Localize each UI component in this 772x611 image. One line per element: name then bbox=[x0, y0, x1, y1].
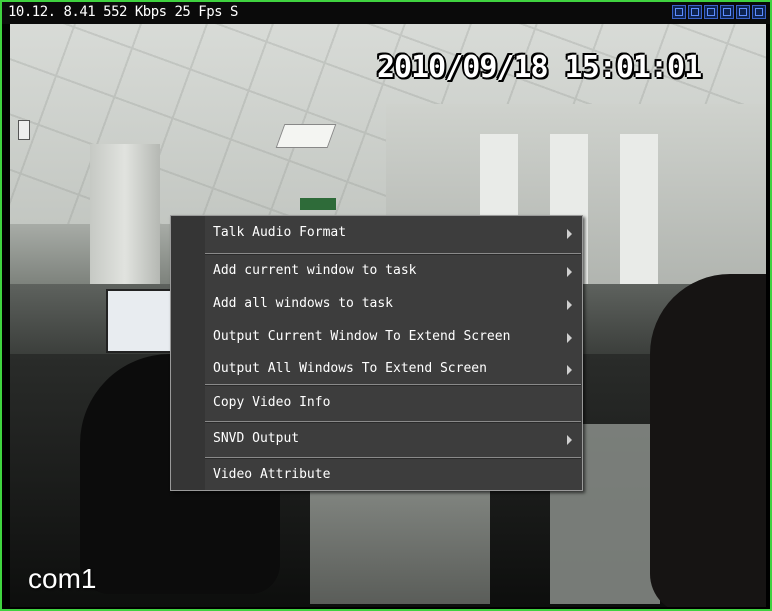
status-bar: 10.12. 8.41 552 Kbps 25 Fps S bbox=[2, 2, 770, 24]
close-icon[interactable] bbox=[752, 5, 766, 19]
submenu-arrow-icon bbox=[567, 300, 572, 310]
menu-item-talk-audio-format[interactable]: Talk Audio Format bbox=[171, 216, 582, 252]
menu-item-label: Copy Video Info bbox=[213, 395, 331, 410]
menu-item-snvd-output[interactable]: SNVD Output bbox=[171, 422, 582, 458]
scene-lamp bbox=[275, 124, 337, 148]
menu-item-label: Output All Windows To Extend Screen bbox=[213, 361, 487, 376]
submenu-arrow-icon bbox=[567, 229, 572, 239]
menu-item-add-current-window[interactable]: Add current window to task bbox=[171, 254, 582, 290]
video-window: 10.12. 8.41 552 Kbps 25 Fps S 2010/09/18… bbox=[0, 0, 772, 611]
submenu-arrow-icon bbox=[567, 333, 572, 343]
layout-single-icon[interactable] bbox=[672, 5, 686, 19]
menu-item-label: Add all windows to task bbox=[213, 296, 394, 311]
menu-item-label: SNVD Output bbox=[213, 431, 300, 446]
submenu-arrow-icon bbox=[567, 435, 572, 445]
layout-quad-icon[interactable] bbox=[688, 5, 702, 19]
context-menu: Talk Audio Format Add current window to … bbox=[170, 215, 583, 491]
audio-icon[interactable] bbox=[736, 5, 750, 19]
snapshot-icon[interactable] bbox=[704, 5, 718, 19]
submenu-arrow-icon bbox=[567, 365, 572, 375]
menu-item-label: Add current window to task bbox=[213, 263, 417, 278]
menu-item-copy-video-info[interactable]: Copy Video Info bbox=[171, 386, 582, 422]
scene-monitor bbox=[106, 289, 180, 353]
scene-chair bbox=[650, 274, 766, 607]
scene-exit-sign bbox=[300, 198, 336, 210]
record-icon[interactable] bbox=[720, 5, 734, 19]
stream-info: 10.12. 8.41 552 Kbps 25 Fps S bbox=[8, 4, 238, 20]
menu-item-video-attribute[interactable]: Video Attribute bbox=[171, 458, 582, 494]
menu-item-add-all-windows[interactable]: Add all windows to task bbox=[171, 287, 582, 323]
menu-item-label: Video Attribute bbox=[213, 467, 331, 482]
menu-item-output-current-window[interactable]: Output Current Window To Extend Screen bbox=[171, 320, 582, 356]
scene-window bbox=[620, 134, 658, 304]
menu-item-label: Output Current Window To Extend Screen bbox=[213, 329, 511, 344]
menu-item-label: Talk Audio Format bbox=[213, 225, 347, 240]
submenu-arrow-icon bbox=[567, 267, 572, 277]
timestamp-overlay: 2010/09/18 15:01:01 bbox=[377, 50, 702, 85]
window-controls bbox=[672, 5, 766, 19]
channel-label: com1 bbox=[28, 563, 97, 594]
scene-tag bbox=[18, 120, 30, 140]
menu-item-output-all-windows[interactable]: Output All Windows To Extend Screen bbox=[171, 352, 582, 388]
